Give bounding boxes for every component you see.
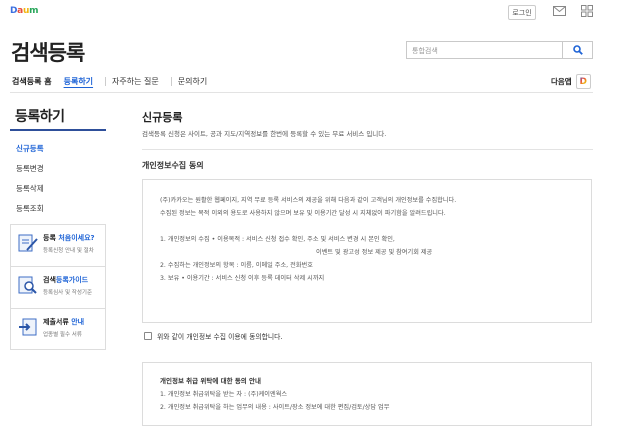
privacy-agreement-box[interactable]: (주)카카오는 원활한 웹페이지, 지역 무료 등록 서비스의 제공을 위해 다…: [142, 179, 592, 323]
promo-subtitle: 등록신청 안내 및 절차: [43, 248, 94, 254]
privacy-section-title: 개인정보수집 동의: [142, 161, 204, 170]
daum-app-label: 다음앱: [551, 77, 572, 86]
content-divider: [142, 149, 593, 150]
sidebar-title-underline: [10, 129, 106, 131]
page-title: 검색등록: [11, 41, 85, 65]
agree-label: 위와 같이 개인정보 수집 이용에 동의합니다.: [157, 333, 283, 341]
notice-title: 개인정보 취급 위탁에 대한 동의 안내: [160, 377, 262, 385]
header-divider: [10, 92, 593, 93]
agreement-line: (주)카카오는 원활한 웹페이지, 지역 무료 등록 서비스의 제공을 위해 다…: [160, 197, 457, 204]
content-description: 검색등록 신청은 사이트, 공과 지도/지역정보를 한번에 등록할 수 있는 무…: [142, 130, 387, 138]
nav-register[interactable]: 등록하기: [64, 76, 99, 87]
notice-line: 2. 개인정보 취급위탁을 하는 업무의 내용 : 사이트/장소 정보에 대한 …: [160, 404, 390, 411]
mail-icon[interactable]: [553, 6, 566, 16]
search-button[interactable]: [563, 41, 593, 59]
nav-contact[interactable]: 문의하기: [178, 76, 213, 87]
nav-faq[interactable]: 자주하는 질문: [112, 76, 165, 87]
promo-title: 등록 처음이세요?: [43, 234, 95, 242]
sidebar-item-lookup[interactable]: 등록조회: [16, 203, 44, 223]
nav-home[interactable]: 검색등록 홈: [12, 76, 58, 87]
content-title: 신규등록: [142, 111, 183, 124]
daum-app-icon: D: [575, 74, 591, 89]
search-input[interactable]: 통합검색: [406, 41, 563, 59]
pencil-doc-icon: [18, 234, 38, 252]
delegation-notice-box: 개인정보 취급 위탁에 대한 동의 안내 1. 개인정보 취급위탁을 받는 자 …: [142, 362, 592, 426]
agreement-line: 3. 보유 • 이용기간 : 서비스 신청 이후 등록 데이터 삭제 시까지: [160, 275, 325, 282]
arrow-doc-icon: [19, 318, 37, 336]
daum-logo[interactable]: Daum: [10, 6, 38, 16]
promo-first-time[interactable]: 등록 처음이세요? 등록신청 안내 및 절차: [10, 224, 106, 266]
promo-subtitle: 등록심사 및 작성기준: [43, 290, 93, 296]
main-nav: 검색등록 홈 등록하기 자주하는 질문 문의하기: [12, 74, 219, 88]
top-bar: Daum 로그인: [0, 0, 620, 28]
privacy-agree-checkbox[interactable]: 위와 같이 개인정보 수집 이용에 동의합니다.: [144, 331, 283, 341]
nav-divider: [170, 76, 172, 86]
agreement-line: 수집된 정보는 목적 이외의 용도로 사용하지 않으며 보유 및 이용기간 달성…: [160, 210, 446, 217]
magnifier-doc-icon: [18, 276, 37, 294]
sidebar-item-change[interactable]: 등록변경: [16, 163, 44, 183]
promo-guide[interactable]: 검색등록가이드 등록심사 및 작성기준: [10, 266, 106, 308]
agreement-line: 2. 수집하는 개인정보의 항목 : 이름, 이메일 주소, 전화번호: [160, 262, 313, 269]
promo-subtitle: 업종별 필수 서류: [43, 332, 82, 338]
promo-title: 검색등록가이드: [43, 276, 89, 284]
sidebar-title: 등록하기: [15, 109, 65, 125]
sidebar-item-delete[interactable]: 등록삭제: [16, 183, 44, 203]
search-icon: [572, 45, 583, 55]
sidebar-menu: 신규등록 등록변경 등록삭제 등록조회: [16, 143, 44, 223]
login-button[interactable]: 로그인: [508, 5, 536, 20]
notice-line: 1. 개인정보 취급위탁을 받는 자 : (주)케이엔웍스: [160, 391, 288, 398]
agreement-line: 이벤트 및 광고성 정보 제공 및 참여기회 제공: [316, 249, 433, 256]
checkbox[interactable]: [144, 332, 152, 340]
promo-title: 제출서류 안내: [43, 318, 85, 326]
daum-app-link[interactable]: 다음앱 D: [551, 74, 591, 89]
sidebar-item-new[interactable]: 신규등록: [16, 143, 44, 163]
promo-documents[interactable]: 제출서류 안내 업종별 필수 서류: [10, 308, 106, 350]
agreement-line: 1. 개인정보의 수집 • 이용목적 : 서비스 신청 접수 확인, 주소 및 …: [160, 236, 395, 243]
nav-divider: [105, 76, 107, 86]
apps-grid-icon[interactable]: [581, 5, 593, 17]
